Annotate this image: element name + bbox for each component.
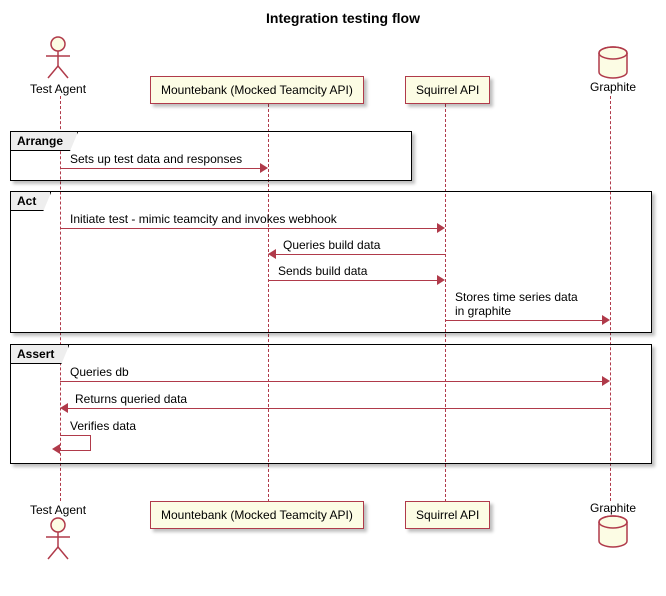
participant-mountebank-bottom: Mountebank (Mocked Teamcity API) — [150, 501, 364, 529]
diagram-title: Integration testing flow — [10, 10, 666, 26]
diagram-stage: Test Agent Mountebank (Mocked Teamcity A… — [10, 36, 656, 576]
group-act-label: Act — [11, 192, 51, 211]
message-queries-build: Queries build data — [268, 240, 445, 258]
message-queries-db: Queries db — [60, 367, 610, 385]
actor-test-agent-bottom: Test Agent — [30, 501, 86, 561]
database-graphite-label-bottom: Graphite — [590, 501, 636, 515]
message-verifies: Verifies data — [60, 421, 180, 439]
actor-test-agent-label-bottom: Test Agent — [30, 503, 86, 517]
participant-squirrel-bottom: Squirrel API — [405, 501, 490, 529]
database-icon — [593, 46, 633, 80]
message-returns-data-label: Returns queried data — [75, 392, 187, 406]
message-stores-ts-label2: in graphite — [455, 304, 511, 318]
message-stores-ts-label1: Stores time series data — [455, 290, 578, 304]
message-setup-label: Sets up test data and responses — [70, 152, 242, 166]
database-graphite-label-top: Graphite — [590, 80, 636, 94]
participant-mountebank-top: Mountebank (Mocked Teamcity API) — [150, 76, 364, 104]
message-initiate: Initiate test - mimic teamcity and invok… — [60, 214, 445, 232]
person-icon — [30, 517, 86, 561]
message-stores-ts: Stores time series data in graphite — [445, 292, 610, 310]
message-initiate-label: Initiate test - mimic teamcity and invok… — [70, 212, 337, 226]
database-graphite-top: Graphite — [590, 46, 636, 94]
message-sends-build-label: Sends build data — [278, 264, 367, 278]
message-queries-db-label: Queries db — [70, 365, 129, 379]
message-verifies-label: Verifies data — [70, 419, 136, 433]
message-setup: Sets up test data and responses — [60, 154, 268, 172]
participant-squirrel-top: Squirrel API — [405, 76, 490, 104]
database-graphite-bottom: Graphite — [590, 501, 636, 549]
message-sends-build: Sends build data — [268, 266, 445, 284]
database-icon — [593, 515, 633, 549]
actor-test-agent-label-top: Test Agent — [30, 82, 86, 96]
group-assert-label: Assert — [11, 345, 69, 364]
actor-test-agent-top: Test Agent — [30, 36, 86, 96]
message-returns-data: Returns queried data — [60, 394, 610, 412]
group-arrange-label: Arrange — [11, 132, 78, 151]
person-icon — [30, 36, 86, 80]
message-queries-build-label: Queries build data — [283, 238, 380, 252]
